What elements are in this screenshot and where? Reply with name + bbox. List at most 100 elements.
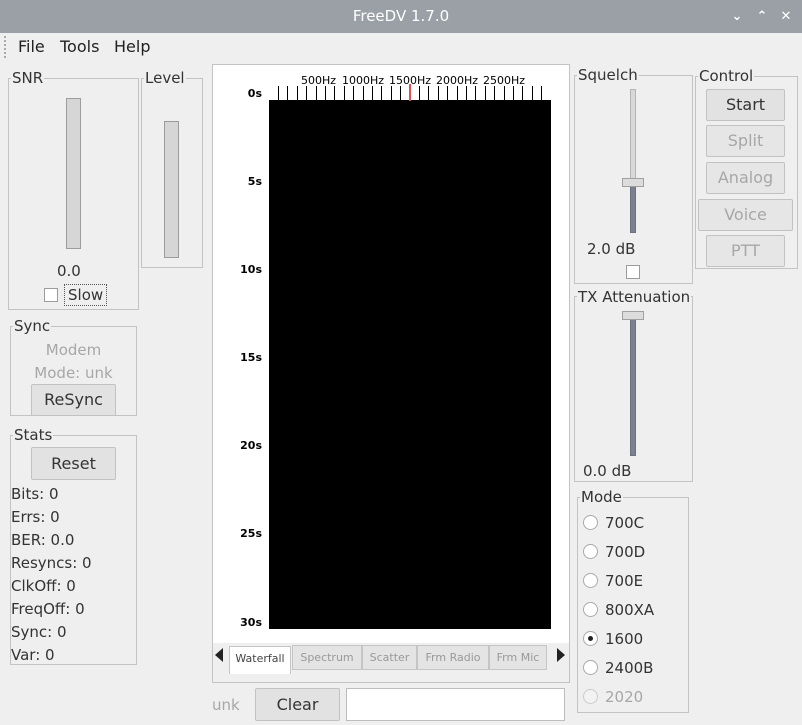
- reset-button[interactable]: Reset: [31, 447, 116, 480]
- snr-meter: [66, 98, 81, 249]
- menu-file[interactable]: File: [18, 37, 45, 56]
- mode-option-label[interactable]: 800XA: [605, 601, 654, 619]
- tab-scroll-right-icon[interactable]: [557, 648, 565, 662]
- frequency-tick: [419, 86, 420, 100]
- frequency-tick: [437, 86, 439, 100]
- window-title: FreeDV 1.7.0: [352, 7, 450, 25]
- waterfall-display[interactable]: [269, 100, 551, 629]
- frequency-tick: [475, 86, 477, 100]
- analog-button[interactable]: Analog: [706, 162, 785, 194]
- frequency-tick: [315, 86, 317, 100]
- frequency-tick: [428, 86, 430, 100]
- squelch-checkbox[interactable]: [626, 265, 640, 279]
- mode-radio-2020[interactable]: [583, 689, 598, 704]
- squelch-slider-handle[interactable]: [622, 178, 644, 187]
- mode-option-label[interactable]: 700D: [605, 543, 645, 561]
- sync-label: Sync: [13, 317, 52, 335]
- frequency-tick: [325, 86, 326, 100]
- voice-keyer-button[interactable]: Voice Keyer: [698, 199, 793, 254]
- close-icon[interactable]: ✕: [776, 7, 796, 27]
- tx-attenuation-slider-handle[interactable]: [622, 311, 644, 320]
- stats-var: Var: 0: [11, 646, 55, 664]
- frequency-tick: [531, 86, 533, 100]
- mode-radio-700c[interactable]: [583, 515, 598, 530]
- snr-value: 0.0: [57, 262, 81, 280]
- tab-frm-radio[interactable]: Frm Radio: [417, 645, 489, 670]
- chevron-down-icon[interactable]: ⌄: [727, 7, 747, 27]
- stats-freqoff: FreqOff: 0: [11, 600, 85, 618]
- frequency-tick: [522, 86, 524, 100]
- squelch-label: Squelch: [577, 66, 639, 84]
- start-button[interactable]: Start: [706, 89, 785, 121]
- radio-selected-dot: [588, 636, 593, 641]
- sync-modem-text: Modem: [45, 341, 102, 359]
- frequency-tick: [287, 86, 289, 100]
- time-label: 15s: [240, 351, 262, 364]
- frequency-tick: [513, 86, 514, 100]
- frequency-tick: [447, 86, 449, 100]
- frequency-tick: [466, 86, 467, 100]
- time-label: 5s: [247, 175, 262, 188]
- freq-label: 2000Hz: [436, 74, 479, 87]
- frequency-tick: [362, 86, 364, 100]
- slow-checkbox[interactable]: [44, 288, 58, 302]
- frequency-tick: [541, 86, 543, 100]
- tx-attenuation-label: TX Attenuation: [577, 288, 692, 306]
- squelch-slider-track[interactable]: [630, 89, 636, 184]
- resync-button[interactable]: ReSync: [31, 384, 116, 416]
- stats-resyncs: Resyncs: 0: [11, 554, 92, 572]
- frequency-tick: [353, 86, 355, 100]
- sync-mode-text: Mode: unk: [34, 364, 113, 382]
- freq-label: 1500Hz: [389, 74, 432, 87]
- menu-help[interactable]: Help: [114, 37, 150, 56]
- frequency-tick: [400, 86, 402, 100]
- tx-attenuation-slider-fill[interactable]: [630, 316, 636, 456]
- stats-bits: Bits: 0: [11, 485, 59, 503]
- mode-radio-2400b[interactable]: [583, 660, 598, 675]
- chevron-up-icon[interactable]: ⌃: [752, 7, 772, 27]
- frequency-tick: [456, 86, 458, 100]
- tab-waterfall[interactable]: Waterfall: [229, 646, 291, 674]
- status-text: unk: [212, 696, 240, 714]
- clear-button[interactable]: Clear: [255, 688, 340, 721]
- mode-label: Mode: [580, 488, 623, 506]
- frequency-tick: [296, 86, 298, 100]
- squelch-value: 2.0 dB: [587, 240, 636, 258]
- snr-label: SNR: [11, 69, 45, 87]
- frequency-tick: [306, 86, 308, 100]
- split-button[interactable]: Split: [706, 125, 785, 157]
- freq-label: 2500Hz: [483, 74, 526, 87]
- mode-option-label[interactable]: 1600: [605, 630, 643, 648]
- mode-option-label[interactable]: 700E: [605, 572, 643, 590]
- tab-spectrum[interactable]: Spectrum: [292, 645, 362, 670]
- text-message-input[interactable]: [346, 688, 565, 721]
- tab-scatter[interactable]: Scatter: [362, 645, 417, 670]
- level-meter: [164, 121, 179, 258]
- frequency-tick: [372, 86, 373, 100]
- mode-option-label[interactable]: 2020: [605, 688, 643, 706]
- time-label: 20s: [240, 439, 262, 452]
- freq-label: 500Hz: [301, 74, 337, 87]
- freq-label: 1000Hz: [342, 74, 385, 87]
- mode-radio-800xa[interactable]: [583, 602, 598, 617]
- mode-radio-700d[interactable]: [583, 544, 598, 559]
- stats-ber: BER: 0.0: [11, 531, 75, 549]
- ptt-button[interactable]: PTT: [706, 235, 785, 267]
- frequency-tick: [494, 86, 496, 100]
- stats-label: Stats: [13, 426, 54, 444]
- tab-frm-mic[interactable]: Frm Mic: [489, 645, 547, 670]
- frequency-tick: [484, 86, 486, 100]
- slow-label[interactable]: Slow: [64, 284, 108, 306]
- time-label: 0s: [247, 87, 262, 100]
- mode-option-label[interactable]: 700C: [605, 514, 644, 532]
- menu-tools[interactable]: Tools: [60, 37, 99, 56]
- tx-attenuation-value: 0.0 dB: [583, 462, 632, 480]
- mode-option-label[interactable]: 2400B: [605, 659, 653, 677]
- time-label: 25s: [240, 527, 262, 540]
- stats-errs: Errs: 0: [11, 508, 60, 526]
- mode-radio-1600[interactable]: [583, 631, 598, 646]
- mode-radio-700e[interactable]: [583, 573, 598, 588]
- tab-scroll-left-icon[interactable]: [215, 648, 223, 662]
- level-label: Level: [144, 69, 186, 87]
- frequency-tick: [343, 86, 345, 100]
